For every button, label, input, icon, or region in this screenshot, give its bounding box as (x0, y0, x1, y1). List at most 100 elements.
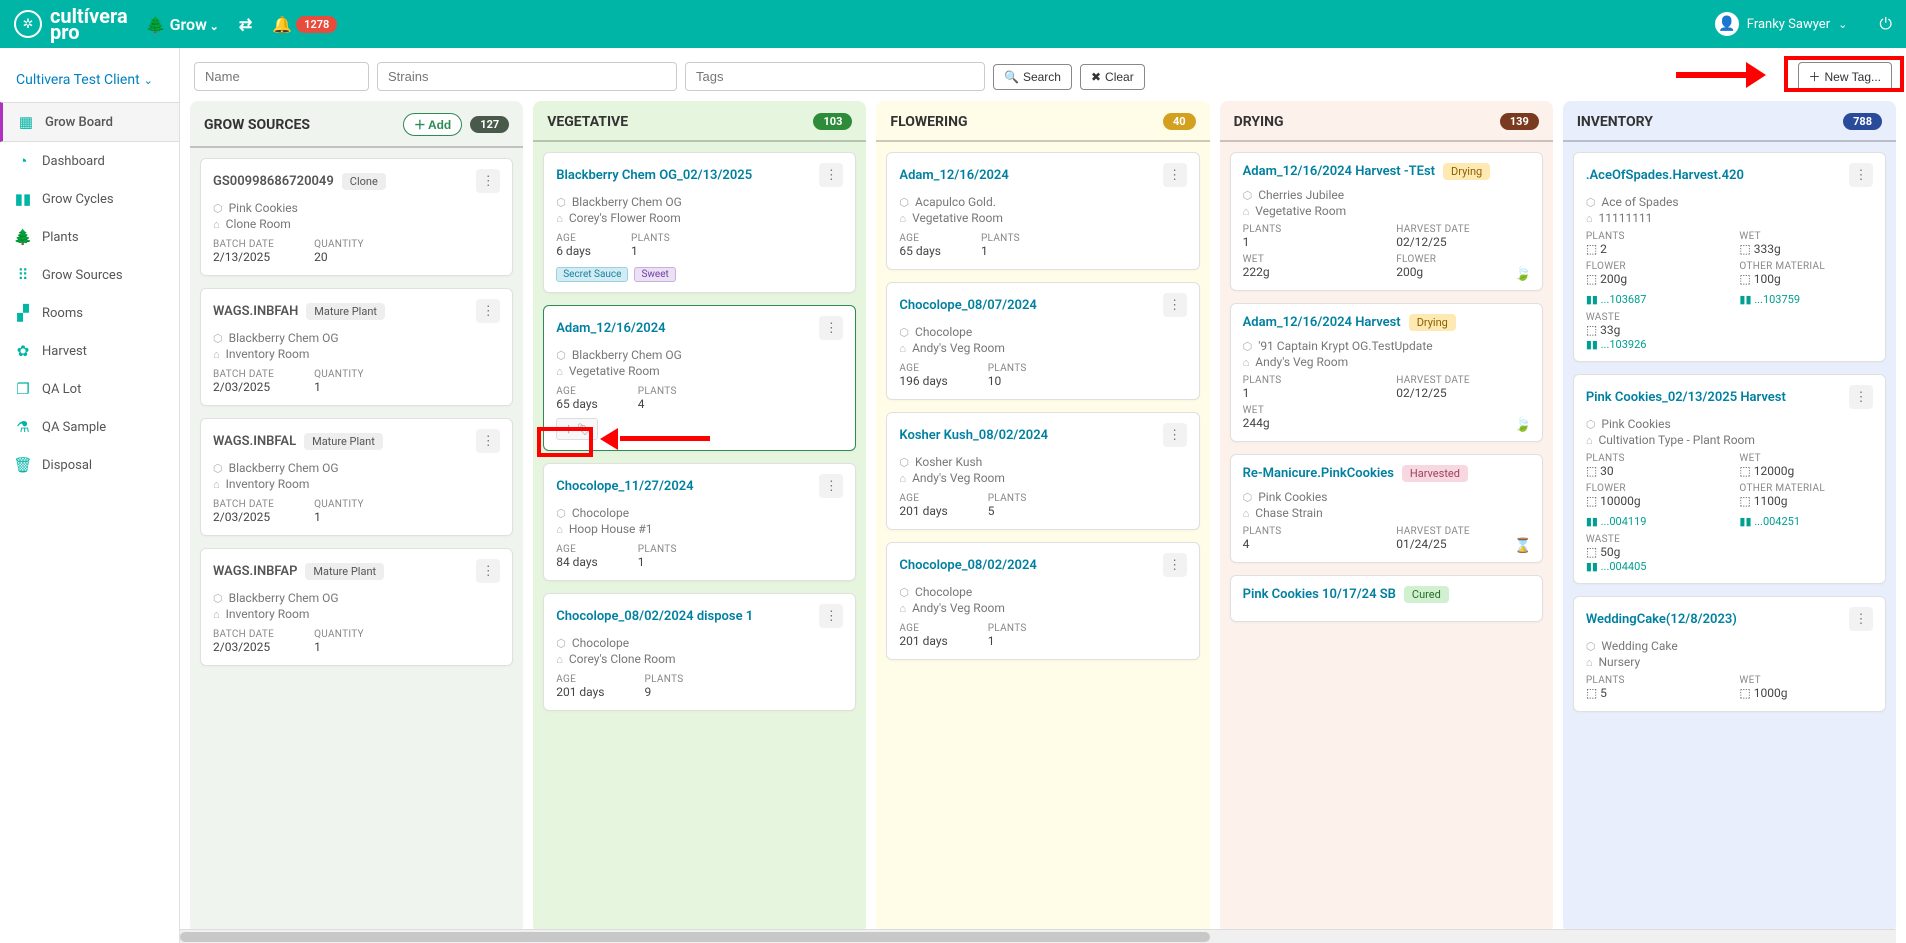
flower-card[interactable]: Adam_12/16/2024⋮⬡Acapulco Gold.⌂Vegetati… (886, 152, 1199, 270)
column-grow-sources: GROW SOURCES ＋ Add 127 GS00998686720049C… (190, 101, 523, 933)
inventory-card[interactable]: .AceOfSpades.Harvest.420⋮⬡Ace of Spades⌂… (1573, 152, 1886, 362)
kebab-icon[interactable]: ⋮ (476, 299, 500, 323)
clear-button[interactable]: ✖ Clear (1080, 64, 1145, 90)
grow-card[interactable]: GS00998686720049Clone⋮⬡Pink Cookies⌂Clon… (200, 158, 513, 276)
count-badge: 127 (470, 116, 509, 133)
hourglass-icon: ⌛ (1514, 538, 1531, 554)
logout-icon[interactable]: ⏻ (1879, 14, 1892, 34)
barcode-link[interactable]: ▮▮ ...004251 (1739, 515, 1873, 528)
add-button[interactable]: ＋ Add (403, 113, 462, 136)
strain-icon: ⬡ (213, 332, 223, 345)
veg-card[interactable]: Blackberry Chem OG_02/13/2025⋮⬡Blackberr… (543, 152, 856, 293)
status-tag: Drying (1443, 163, 1490, 180)
nav-rooms[interactable]: ▞Rooms (0, 294, 179, 332)
room-icon: ⌂ (1586, 212, 1593, 225)
kebab-icon[interactable]: ⋮ (1849, 385, 1873, 409)
nav-icon: ▮▮ (14, 190, 32, 208)
strain-icon: ⬡ (1586, 418, 1596, 431)
status-tag: Harvested (1402, 465, 1468, 482)
inventory-card[interactable]: WeddingCake(12/8/2023)⋮⬡Wedding Cake⌂Nur… (1573, 596, 1886, 712)
room-icon: ⌂ (556, 365, 563, 378)
strain-icon: ⬡ (899, 326, 909, 339)
grow-card[interactable]: WAGS.INBFALMature Plant⋮⬡Blackberry Chem… (200, 418, 513, 536)
flower-card[interactable]: Kosher Kush_08/02/2024⋮⬡Kosher Kush⌂Andy… (886, 412, 1199, 530)
room-icon: ⌂ (1243, 205, 1250, 218)
kebab-icon[interactable]: ⋮ (819, 163, 843, 187)
kebab-icon[interactable]: ⋮ (1163, 553, 1187, 577)
strain-icon: ⬡ (1586, 196, 1596, 209)
brand-icon: ✲ (14, 10, 42, 38)
kebab-icon[interactable]: ⋮ (1849, 607, 1873, 631)
strain-icon: ⬡ (1243, 491, 1253, 504)
annotation-arrow (1676, 60, 1766, 90)
status-tag: Cured (1404, 586, 1449, 603)
kebab-icon[interactable]: ⋮ (819, 604, 843, 628)
nav-grow-sources[interactable]: ⠿Grow Sources (0, 256, 179, 294)
barcode-link[interactable]: ▮▮ ...004405 (1586, 560, 1873, 573)
kebab-icon[interactable]: ⋮ (1163, 293, 1187, 317)
user-menu[interactable]: 👤 Franky Sawyer (1715, 12, 1848, 36)
dry-card[interactable]: Re-Manicure.PinkCookiesHarvested⬡Pink Co… (1230, 454, 1543, 563)
kebab-icon[interactable]: ⋮ (819, 474, 843, 498)
tag[interactable]: Secret Sauce (556, 267, 628, 282)
barcode-link[interactable]: ▮▮ ...004119 (1586, 515, 1720, 528)
strain-icon: ⬡ (556, 637, 566, 650)
nav-icon: ▞ (14, 304, 32, 322)
barcode-link[interactable]: ▮▮ ...103687 (1586, 293, 1720, 306)
inventory-card[interactable]: Pink Cookies_02/13/2025 Harvest⋮⬡Pink Co… (1573, 374, 1886, 584)
nav-harvest[interactable]: ✿Harvest (0, 332, 179, 370)
room-icon: ⌂ (1586, 656, 1593, 669)
horizontal-scrollbar[interactable] (180, 929, 1896, 943)
nav-grow-board[interactable]: ▦Grow Board (0, 102, 179, 142)
kebab-icon[interactable]: ⋮ (1163, 423, 1187, 447)
veg-card[interactable]: Adam_12/16/2024⋮⬡Blackberry Chem OG⌂Vege… (543, 305, 856, 451)
nav-icon: ✿ (14, 342, 32, 360)
nav-icon: ◔ (14, 152, 32, 170)
kebab-icon[interactable]: ⋮ (476, 169, 500, 193)
kebab-icon[interactable]: ⋮ (476, 559, 500, 583)
strains-input[interactable] (377, 62, 677, 91)
dry-card[interactable]: Adam_12/16/2024 Harvest -TEstDrying⬡Cher… (1230, 152, 1543, 291)
nav-plants[interactable]: 🌲Plants (0, 218, 179, 256)
flower-card[interactable]: Chocolope_08/07/2024⋮⬡Chocolope⌂Andy's V… (886, 282, 1199, 400)
column-flowering: FLOWERING 40 Adam_12/16/2024⋮⬡Acapulco G… (876, 101, 1209, 933)
strain-icon: ⬡ (213, 202, 223, 215)
grow-card[interactable]: WAGS.INBFAPMature Plant⋮⬡Blackberry Chem… (200, 548, 513, 666)
menu-grow[interactable]: Grow (146, 15, 219, 34)
room-icon: ⌂ (213, 348, 220, 361)
strain-icon: ⬡ (213, 462, 223, 475)
name-input[interactable] (194, 62, 369, 91)
kebab-icon[interactable]: ⋮ (476, 429, 500, 453)
kebab-icon[interactable]: ⋮ (1849, 163, 1873, 187)
annotation-box (1784, 56, 1904, 92)
tag[interactable]: Sweet (634, 267, 675, 282)
strain-icon: ⬡ (1586, 640, 1596, 653)
nav-qa-sample[interactable]: ⚗QA Sample (0, 408, 179, 446)
dry-card[interactable]: Pink Cookies 10/17/24 SBCured (1230, 575, 1543, 622)
nav-grow-cycles[interactable]: ▮▮Grow Cycles (0, 180, 179, 218)
barcode-link[interactable]: ▮▮ ...103926 (1586, 338, 1873, 351)
dry-card[interactable]: Adam_12/16/2024 HarvestDrying⬡'91 Captai… (1230, 303, 1543, 442)
swap-icon[interactable]: ⇄ (239, 15, 252, 34)
nav-dashboard[interactable]: ◔Dashboard (0, 142, 179, 180)
nav-icon: ❐ (14, 380, 32, 398)
barcode-link[interactable]: ▮▮ ...103759 (1739, 293, 1873, 306)
veg-card[interactable]: Chocolope_11/27/2024⋮⬡Chocolope⌂Hoop Hou… (543, 463, 856, 581)
tags-input[interactable] (685, 62, 985, 91)
kebab-icon[interactable]: ⋮ (1163, 163, 1187, 187)
strain-icon: ⬡ (556, 196, 566, 209)
client-selector[interactable]: Cultivera Test Client (0, 58, 179, 102)
room-icon: ⌂ (899, 602, 906, 615)
flower-card[interactable]: Chocolope_08/02/2024⋮⬡Chocolope⌂Andy's V… (886, 542, 1199, 660)
nav-disposal[interactable]: 🗑Disposal (0, 446, 179, 484)
veg-card[interactable]: Chocolope_08/02/2024 dispose 1⋮⬡Chocolop… (543, 593, 856, 711)
nav-qa-lot[interactable]: ❐QA Lot (0, 370, 179, 408)
notifications[interactable]: 🔔 1278 (272, 15, 337, 34)
status-tag: Drying (1409, 314, 1456, 331)
nav-icon: 🌲 (14, 228, 32, 246)
kebab-icon[interactable]: ⋮ (819, 316, 843, 340)
search-button[interactable]: 🔍 Search (993, 64, 1072, 90)
grow-card[interactable]: WAGS.INBFAHMature Plant⋮⬡Blackberry Chem… (200, 288, 513, 406)
brand[interactable]: ✲ cultíverapro (14, 8, 128, 40)
nav-icon: 🗑 (14, 456, 32, 474)
